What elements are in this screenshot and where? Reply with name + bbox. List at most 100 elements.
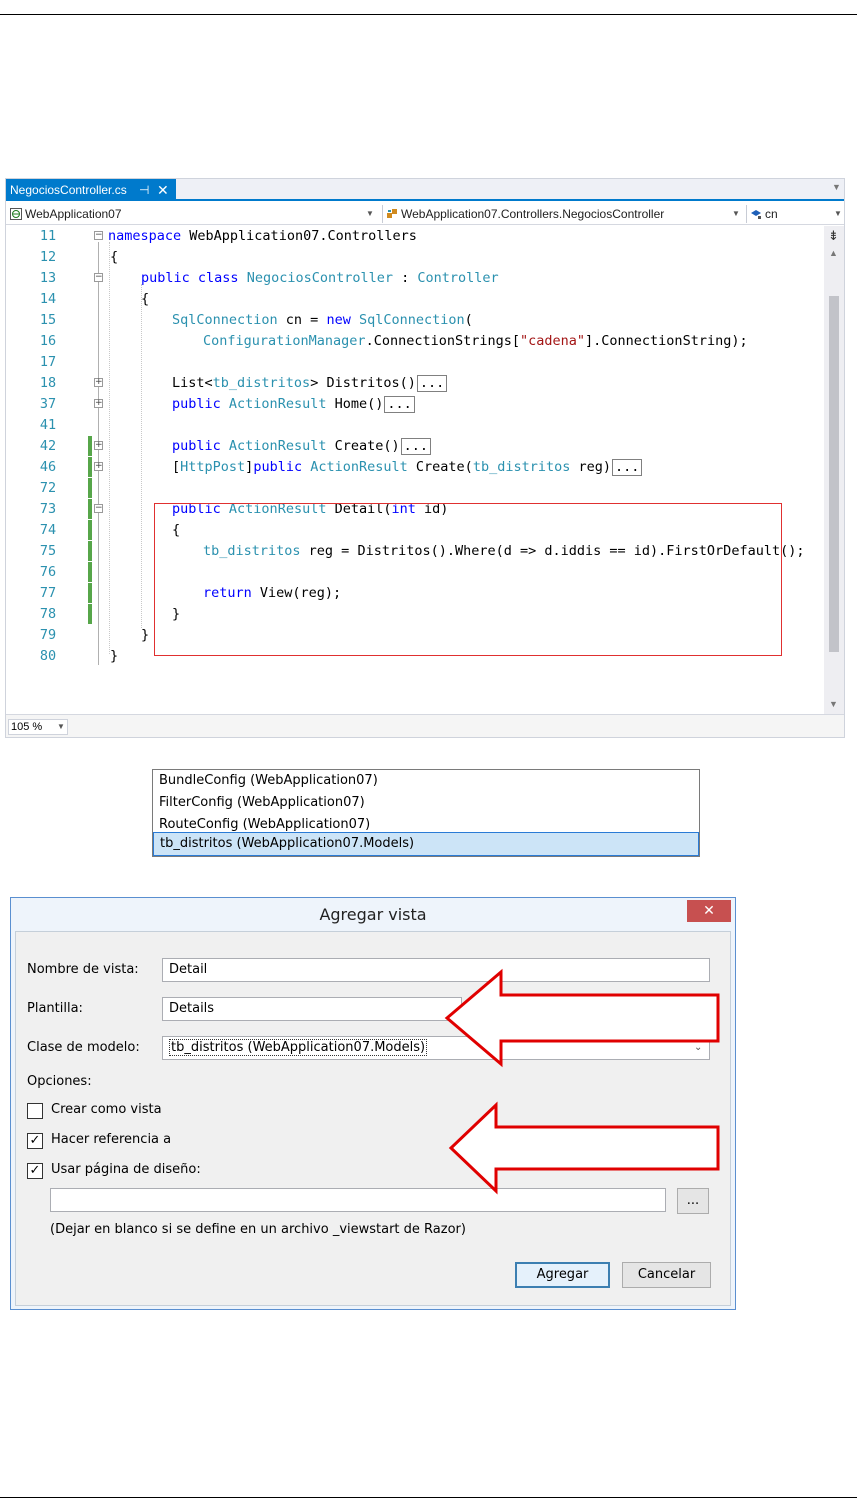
field-icon xyxy=(751,210,761,219)
add-button[interactable]: Agregar xyxy=(515,1262,610,1288)
project-icon xyxy=(10,208,22,220)
partial-view-checkbox[interactable] xyxy=(27,1103,43,1119)
code-line: 72 xyxy=(6,478,824,498)
project-combo-value: WebApplication07 xyxy=(25,207,122,221)
line-number: 73 xyxy=(39,501,57,517)
tab-title: NegociosController.cs xyxy=(10,183,127,197)
line-number: 16 xyxy=(39,333,57,349)
tab-list-dropdown-icon[interactable]: ▼ xyxy=(832,182,841,192)
dialog-title: Agregar vista xyxy=(319,905,427,924)
browse-button[interactable]: ... xyxy=(677,1188,709,1214)
class-combo-value: WebApplication07.Controllers.NegociosCon… xyxy=(401,207,665,221)
change-marker xyxy=(88,562,92,582)
expand-icon[interactable]: + xyxy=(94,378,103,387)
line-number: 13 xyxy=(39,270,57,286)
page-bottom-rule xyxy=(0,1497,857,1498)
model-class-dropdown[interactable]: BundleConfig (WebApplication07) FilterCo… xyxy=(152,769,700,857)
code-line: 37 + public ActionResult Home()... xyxy=(6,394,824,414)
split-window-icon[interactable]: ⇟ xyxy=(828,228,839,244)
collapse-icon[interactable]: − xyxy=(94,504,103,513)
line-number: 15 xyxy=(39,312,57,328)
collapsed-block[interactable]: ... xyxy=(384,396,415,413)
navigation-bar: WebApplication07 ▼ WebApplication07.Cont… xyxy=(6,203,844,225)
dropdown-option-selected[interactable]: tb_distritos (WebApplication07.Models) xyxy=(153,832,699,856)
line-number: 77 xyxy=(39,585,57,601)
collapse-icon[interactable]: − xyxy=(94,273,103,282)
code-line: 18 + List<tb_distritos> Distritos()... xyxy=(6,373,824,393)
code-line: 42 + public ActionResult Create()... xyxy=(6,436,824,456)
line-number: 75 xyxy=(39,543,57,559)
vertical-scrollbar[interactable]: ⇟ ▲ ▼ xyxy=(824,226,844,714)
line-number: 18 xyxy=(39,375,57,391)
annotation-highlight-box xyxy=(154,503,782,656)
zoom-combo[interactable]: 105 % ▼ xyxy=(8,719,68,735)
member-combo[interactable]: cn ▼ xyxy=(750,205,842,223)
script-libraries-checkbox[interactable]: ✓ xyxy=(27,1133,43,1149)
change-marker xyxy=(88,499,92,519)
pin-icon[interactable]: ⊣ xyxy=(139,179,149,201)
code-line: 11 − namespace WebApplication07.Controll… xyxy=(6,226,824,246)
model-class-value: tb_distritos (WebApplication07.Models) xyxy=(169,1039,428,1056)
line-number: 76 xyxy=(39,564,57,580)
dropdown-option[interactable]: BundleConfig (WebApplication07) xyxy=(153,770,699,792)
layout-hint: (Dejar en blanco si se define en un arch… xyxy=(50,1222,466,1237)
dialog-body xyxy=(15,931,731,1306)
change-marker xyxy=(88,541,92,561)
view-name-field[interactable]: Detail xyxy=(162,958,710,982)
line-number: 37 xyxy=(39,396,57,412)
cancel-button[interactable]: Cancelar xyxy=(622,1262,711,1288)
chevron-down-icon: ▼ xyxy=(732,209,740,218)
dialog-title-bar: Agregar vista ✕ xyxy=(11,898,735,931)
expand-icon[interactable]: + xyxy=(94,441,103,450)
layout-page-label: Usar página de diseño: xyxy=(51,1162,201,1177)
collapse-icon[interactable]: − xyxy=(94,231,103,240)
partial-view-label: Crear como vista xyxy=(51,1102,162,1117)
model-class-label: Clase de modelo: xyxy=(27,1040,140,1055)
scroll-down-icon[interactable]: ▼ xyxy=(829,699,838,709)
collapsed-block[interactable]: ... xyxy=(612,459,643,476)
class-combo[interactable]: WebApplication07.Controllers.NegociosCon… xyxy=(386,205,742,223)
change-marker xyxy=(88,583,92,603)
dropdown-option[interactable]: FilterConfig (WebApplication07) xyxy=(153,792,699,814)
line-number: 74 xyxy=(39,522,57,538)
layout-page-checkbox[interactable]: ✓ xyxy=(27,1163,43,1179)
script-libraries-label: Hacer referencia a xyxy=(51,1132,172,1147)
code-line: 46 + [HttpPost]public ActionResult Creat… xyxy=(6,457,824,477)
close-icon[interactable]: ✕ xyxy=(157,179,169,201)
code-line: 15 SqlConnection cn = new SqlConnection( xyxy=(6,310,824,330)
code-line: 16 ConfigurationManager.ConnectionString… xyxy=(6,331,824,351)
code-line: 17 xyxy=(6,352,824,372)
collapsed-block[interactable]: ... xyxy=(400,438,432,455)
member-combo-value: cn xyxy=(765,207,778,221)
line-number: 79 xyxy=(39,627,57,643)
line-number: 11 xyxy=(39,228,57,244)
chevron-down-icon: ▼ xyxy=(366,209,374,218)
collapsed-block[interactable]: ... xyxy=(416,375,448,392)
view-name-label: Nombre de vista: xyxy=(27,962,139,977)
tab-negocios-controller[interactable]: NegociosController.cs ⊣ ✕ xyxy=(6,179,176,201)
template-combo[interactable]: Details xyxy=(162,997,462,1021)
line-number: 12 xyxy=(39,249,57,265)
expand-icon[interactable]: + xyxy=(94,462,103,471)
code-line: 41 xyxy=(6,415,824,435)
line-number: 46 xyxy=(39,459,57,475)
scroll-up-icon[interactable]: ▲ xyxy=(829,248,838,258)
layout-path-field[interactable] xyxy=(50,1188,666,1212)
change-marker xyxy=(88,478,92,498)
model-class-combo[interactable]: tb_distritos (WebApplication07.Models) xyxy=(162,1036,710,1060)
close-button[interactable]: ✕ xyxy=(687,900,731,922)
line-number: 41 xyxy=(39,417,57,433)
page-top-rule xyxy=(0,14,857,15)
change-marker xyxy=(88,436,92,456)
expand-icon[interactable]: + xyxy=(94,399,103,408)
change-marker xyxy=(88,520,92,540)
scrollbar-thumb[interactable] xyxy=(829,296,839,652)
editor-status-bar: 105 % ▼ xyxy=(6,714,844,737)
chevron-down-icon[interactable]: ⌄ xyxy=(694,1042,702,1053)
code-line: 13 − public class NegociosController : C… xyxy=(6,268,824,288)
chevron-down-icon: ▼ xyxy=(57,722,65,731)
project-combo[interactable]: WebApplication07 ▼ xyxy=(10,205,378,223)
change-marker xyxy=(88,604,92,624)
change-marker xyxy=(88,457,92,477)
template-label: Plantilla: xyxy=(27,1001,83,1016)
